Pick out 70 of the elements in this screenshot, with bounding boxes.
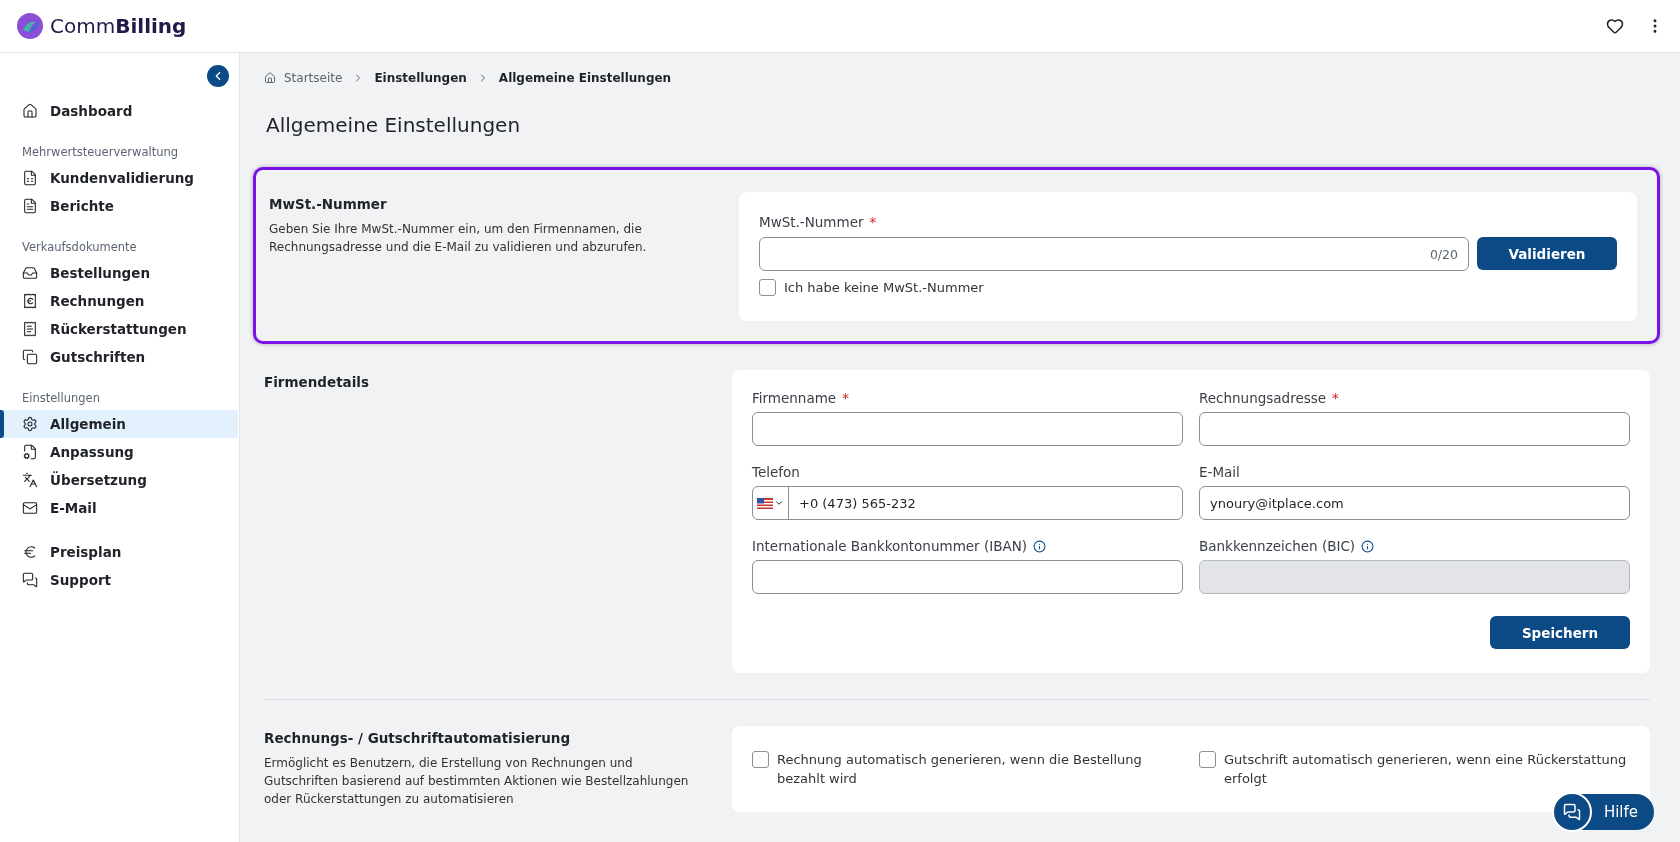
sidebar-item[interactable]: Rückerstattungen xyxy=(0,315,238,343)
field-label: Bankkennzeichen (BIC) xyxy=(1199,538,1630,554)
breadcrumb-link[interactable]: Allgemeine Einstellungen xyxy=(498,71,672,85)
field-label: MwSt.-Nummer * xyxy=(759,214,877,230)
breadcrumb-link[interactable]: Startseite xyxy=(264,71,343,85)
save-button[interactable]: Speichern xyxy=(1490,616,1630,649)
phone-field[interactable]: +0 (473) 565-232 xyxy=(752,486,1183,520)
section-description: Ermöglicht es Benutzern, die Erstellung von Rechnungen und Gutschriften basierend auf bestimmten Aktionen wie Bestellzahlungen oder Rückerstattungen zu automatisieren xyxy=(264,755,690,808)
field-label: Rechnungsadresse * xyxy=(1199,390,1340,406)
home-icon xyxy=(264,72,276,84)
checkbox-label: Ich habe keine MwSt.-Nummer xyxy=(784,279,984,297)
sidebar-item[interactable]: Übersetzung xyxy=(0,466,238,494)
sidebar-item[interactable]: Anpassung xyxy=(0,438,238,466)
section-description: Geben Sie Ihre MwSt.-Nummer ein, um den Firmennamen, die Rechnungsadresse und die E-Mail zu validieren und abzurufen. xyxy=(269,221,648,256)
page-title: Allgemeine Einstellungen xyxy=(266,113,522,137)
section-title: Firmendetails xyxy=(264,374,370,390)
sidebar-item[interactable]: E-Mail xyxy=(0,494,238,522)
sidebar-item[interactable]: Allgemein xyxy=(0,410,238,438)
field-label: Firmenname * xyxy=(752,390,850,406)
phone-number-input[interactable]: +0 (473) 565-232 xyxy=(789,495,1182,511)
logo-icon xyxy=(16,12,44,40)
checkbox[interactable] xyxy=(1199,751,1216,768)
sidebar-group-title: Verkaufsdokumente xyxy=(21,240,138,254)
help-button[interactable]: Hilfe xyxy=(1553,794,1654,830)
vat-number-field[interactable]: 0/20 xyxy=(759,237,1469,271)
text-field[interactable] xyxy=(752,560,1183,594)
caret-icon xyxy=(774,498,784,508)
sidebar-item[interactable]: Rechnungen xyxy=(0,287,238,315)
mail-icon xyxy=(22,500,38,516)
section-title: Rechnungs- / Gutschriftautomatisierung xyxy=(264,730,572,746)
receipt-icon xyxy=(22,321,38,337)
sidebar-group-title: Mehrwertsteuerverwaltung xyxy=(21,145,180,159)
chat-icon xyxy=(22,572,38,588)
sidebar-group-title: Einstellungen xyxy=(21,391,101,405)
translate-icon xyxy=(22,472,38,488)
text-field[interactable] xyxy=(752,412,1183,446)
favorite-icon[interactable] xyxy=(1606,17,1624,35)
spreadsheet-document-icon xyxy=(22,170,38,186)
section-title: MwSt.-Nummer xyxy=(269,196,388,212)
settings-icon xyxy=(22,416,38,432)
sidebar-item[interactable]: Berichte xyxy=(0,192,238,220)
field-label: E-Mail xyxy=(1199,464,1241,480)
home-icon xyxy=(22,103,38,119)
character-counter: 0/20 xyxy=(1429,246,1458,262)
checkbox-label: Rechnung automatisch generieren, wenn die Bestellung bezahlt wird xyxy=(777,751,1143,788)
field-label: Internationale Bankkontonummer (IBAN) xyxy=(752,538,1183,554)
sidebar-item[interactable]: Bestellungen xyxy=(0,259,238,287)
checkbox[interactable] xyxy=(752,751,769,768)
document-gear-icon xyxy=(22,444,38,460)
text-field[interactable]: ynoury@itplace.com xyxy=(1199,486,1630,520)
sidebar-item[interactable]: Support xyxy=(0,566,238,594)
text-field[interactable] xyxy=(1199,412,1630,446)
sidebar-item[interactable]: Dashboard xyxy=(0,97,238,125)
copies-icon xyxy=(22,349,38,365)
flag-icon xyxy=(757,497,773,509)
logo-text: CommBilling xyxy=(50,14,187,38)
sidebar-item[interactable]: Kundenvalidierung xyxy=(0,164,238,192)
sidebar-item[interactable]: Gutschriften xyxy=(0,343,238,371)
sidebar-item[interactable]: Preisplan xyxy=(0,538,238,566)
inbox-icon xyxy=(22,265,38,281)
checkbox-row[interactable]: Rechnung automatisch generieren, wenn die Bestellung bezahlt wird xyxy=(752,750,1183,788)
euro-receipt-icon xyxy=(22,293,38,309)
checkbox[interactable] xyxy=(759,279,776,296)
collapse-button[interactable] xyxy=(207,65,229,87)
document-icon xyxy=(22,198,38,214)
euro-icon xyxy=(22,544,38,560)
field-label: Telefon xyxy=(752,464,801,480)
validate-button[interactable]: Validieren xyxy=(1477,237,1617,270)
breadcrumb-link[interactable]: Einstellungen xyxy=(374,71,467,85)
checkbox-row[interactable]: Ich habe keine MwSt.-Nummer xyxy=(759,278,1617,297)
